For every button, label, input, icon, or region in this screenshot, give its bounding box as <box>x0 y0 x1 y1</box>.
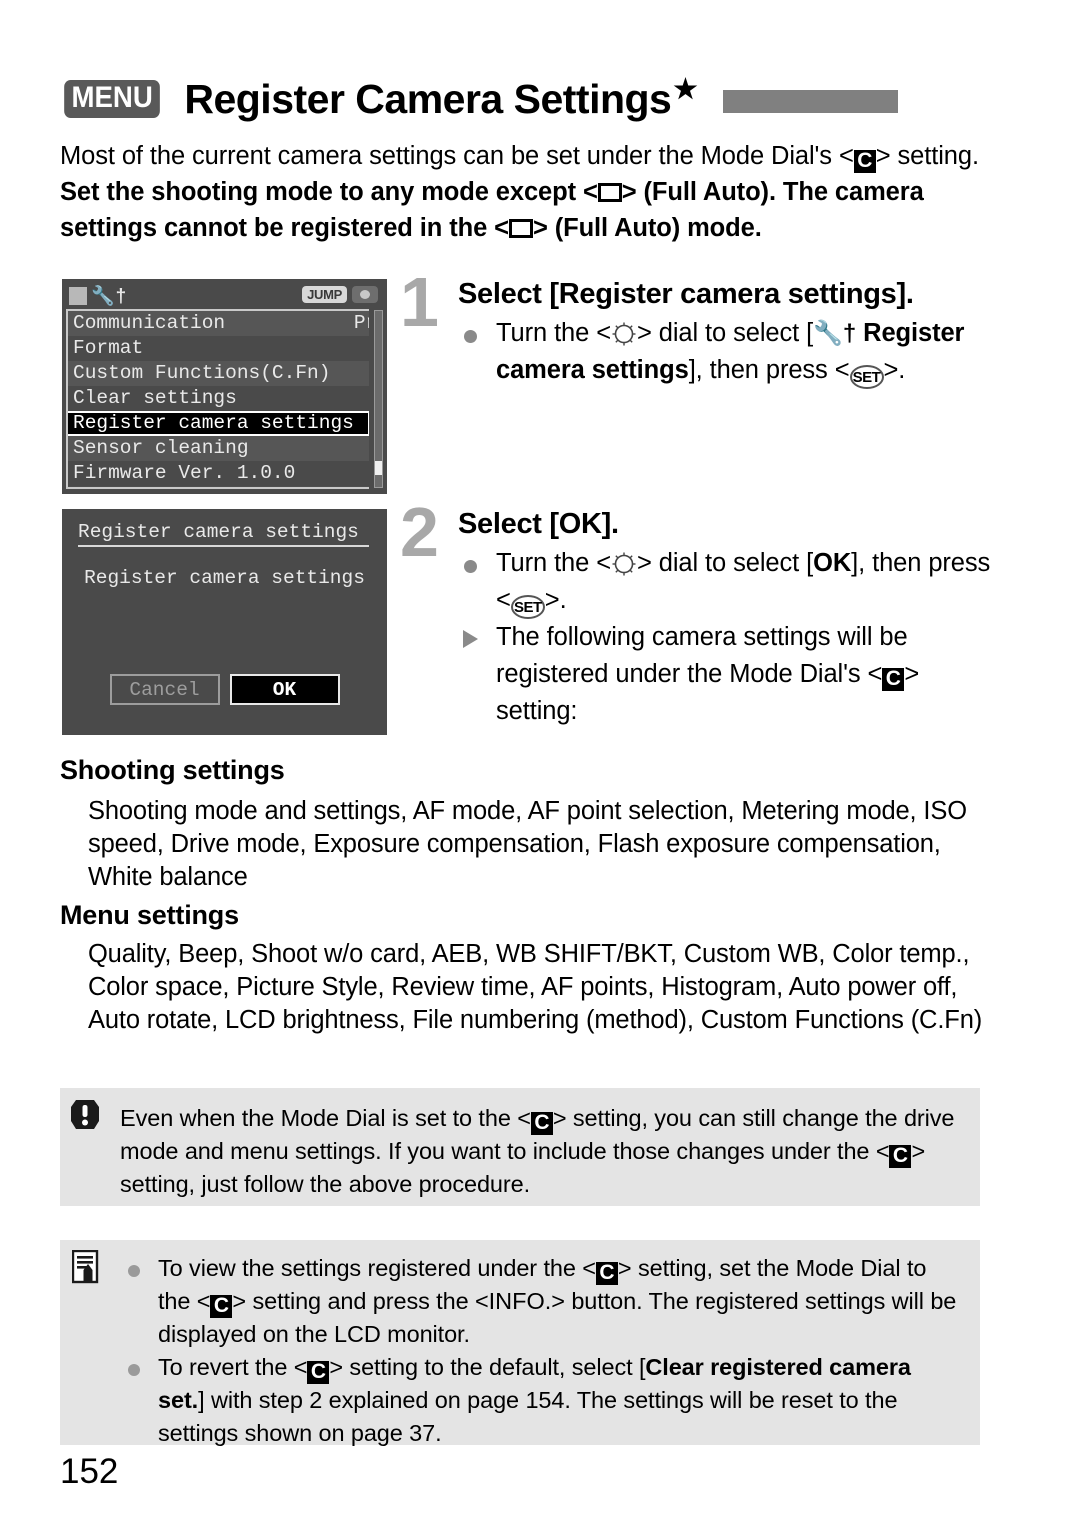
tools-tab-icon: 🔧† <box>813 320 857 347</box>
info1-part-1: To view the settings registered under th… <box>158 1255 596 1281</box>
star-icon: ★ <box>673 73 698 104</box>
mode-c-icon: C <box>853 150 876 173</box>
list-item[interactable]: Clear settings <box>68 386 369 411</box>
list-item-selected[interactable]: Register camera settings <box>68 411 369 436</box>
shooting-settings-heading: Shooting settings <box>60 755 285 785</box>
intro-part-1: Most of the current camera settings can … <box>60 142 854 170</box>
lcd-menu-screenshot: 🔧† JUMP Communication Print/PTP Format C… <box>62 279 387 494</box>
menu-badge-icon: MENU <box>64 80 161 118</box>
menu-item-label: Register camera settings <box>73 412 354 434</box>
full-auto-icon <box>508 219 533 238</box>
step-1-text-d: >. <box>883 356 906 384</box>
info-note-box: To view the settings registered under th… <box>60 1240 980 1446</box>
mode-c-icon: C <box>530 1112 553 1135</box>
info-button-icon: INFO. <box>488 1288 552 1314</box>
set-button-icon: SET <box>510 595 545 619</box>
menu-item-value: Print/PTP <box>353 312 369 334</box>
lcd-menu-header: 🔧† JUMP <box>66 283 383 309</box>
info2-part-2: > setting to the default, select [ <box>329 1354 646 1380</box>
mode-c-icon: C <box>595 1262 618 1285</box>
page-header: MENU Register Camera Settings★ <box>60 68 1020 130</box>
warning-note-text: Even when the Mode Dial is set to the < C… <box>60 1088 980 1215</box>
dialog-message: Register camera settings <box>84 567 365 589</box>
full-auto-icon <box>597 183 622 202</box>
exclamation-icon <box>70 1098 100 1132</box>
warning-part-1: Even when the Mode Dial is set to the < <box>120 1105 531 1131</box>
tools-tab-icon: 🔧† <box>91 285 128 307</box>
intro-paragraph: Most of the current camera settings can … <box>60 138 990 246</box>
info-note-item-2: To revert the < C > setting to the default… <box>122 1351 958 1450</box>
mode-c-icon: C <box>889 1145 912 1168</box>
step-1-text-a: Turn the < <box>496 319 611 347</box>
menu-item-label: Format <box>73 337 144 359</box>
step-2-ok-label: OK <box>813 549 852 577</box>
menu-item-label: Clear settings <box>73 387 237 409</box>
mode-c-icon: C <box>210 1295 233 1318</box>
lcd-menu-list: Communication Print/PTP Format Custom Fu… <box>66 309 369 489</box>
list-item[interactable]: Custom Functions(C.Fn) <box>68 361 369 386</box>
menu-item-label: Custom Functions(C.Fn) <box>73 362 331 384</box>
title-rule <box>723 89 899 113</box>
menu-settings-body: Quality, Beep, Shoot w/o card, AEB, WB S… <box>88 940 983 1034</box>
lcd-dialog-screenshot: Register camera settings Register camera… <box>62 509 387 735</box>
list-item[interactable]: Sensor cleaning <box>68 436 369 461</box>
cancel-button[interactable]: Cancel <box>109 674 220 705</box>
info2-part-3: ] with step 2 explained on page 154. The… <box>158 1387 898 1446</box>
mode-c-icon: C <box>307 1361 330 1384</box>
dialog-button-row: Cancel OK <box>62 674 387 705</box>
set-button-icon: SET <box>849 365 884 389</box>
step-1-instruction: Turn the < > dial to select [🔧† Register … <box>458 315 1000 389</box>
info-note-item-1: To view the settings registered under th… <box>122 1252 958 1351</box>
menu-item-label: Sensor cleaning <box>73 437 249 459</box>
step-1-text-c: ], then press < <box>688 356 850 384</box>
page-title: Register Camera Settings★ <box>184 73 698 123</box>
ok-button[interactable]: OK <box>229 674 340 705</box>
menu-settings-heading: Menu settings <box>60 900 239 930</box>
tab-square-icon <box>69 287 87 305</box>
step-2-text-a: Turn the < <box>496 549 611 577</box>
info2-part-1: To revert the < <box>158 1354 308 1380</box>
dial-icon <box>611 551 637 577</box>
info1-part-3: > setting and press the < <box>232 1288 489 1314</box>
list-item[interactable]: Firmware Ver. 1.0.0 <box>68 461 369 486</box>
step-2: 2 Select [OK]. Turn the < > dial to selec… <box>400 497 1000 730</box>
step-2-number: 2 <box>400 493 439 571</box>
step-1-number: 1 <box>400 263 439 341</box>
intro-bold-3: > (Full Auto) mode. <box>532 214 762 242</box>
step-1-heading: Select [Register camera settings]. <box>458 278 914 310</box>
scrollbar-thumb[interactable] <box>375 461 382 475</box>
page-title-text: Register Camera Settings <box>184 75 672 122</box>
step-2-instruction-1: Turn the < > dial to select [OK], then pr… <box>458 545 1000 619</box>
warning-note-box: Even when the Mode Dial is set to the < C… <box>60 1088 980 1206</box>
step-2-instruction-2: The following camera settings will be re… <box>458 619 1000 730</box>
step-2-text-d: >. <box>544 586 567 614</box>
manual-page: MENU Register Camera Settings★ Most of t… <box>0 0 1080 1521</box>
info-note-list: To view the settings registered under th… <box>60 1240 980 1464</box>
step-1-text-b: > dial to select [ <box>637 319 814 347</box>
shooting-settings-body: Shooting mode and settings, AF mode, AF … <box>88 797 967 891</box>
step-2-heading: Select [OK]. <box>458 508 619 540</box>
dialog-title: Register camera settings <box>78 521 369 547</box>
jump-badge-icon: JUMP <box>302 286 347 303</box>
step-2-text-b: > dial to select [ <box>637 549 814 577</box>
step-2-text-e: The following camera settings will be re… <box>496 623 908 688</box>
dial-icon <box>611 321 637 347</box>
menu-item-label: Firmware Ver. 1.0.0 <box>73 462 296 484</box>
intro-part-2: > setting. <box>875 142 979 170</box>
menu-item-label: Communication <box>73 312 226 334</box>
note-pencil-icon <box>71 1249 102 1286</box>
mode-c-icon: C <box>882 668 905 691</box>
intro-bold-1: Set the shooting mode to any mode except… <box>60 178 598 206</box>
step-1: 1 Select [Register camera settings]. Tur… <box>400 267 1000 389</box>
list-item[interactable]: Format <box>68 336 369 361</box>
lcd-menu-scrollbar[interactable] <box>374 310 383 488</box>
camera-icon <box>352 286 378 303</box>
page-number: 152 <box>60 1452 119 1491</box>
list-item[interactable]: Communication Print/PTP <box>68 311 369 336</box>
